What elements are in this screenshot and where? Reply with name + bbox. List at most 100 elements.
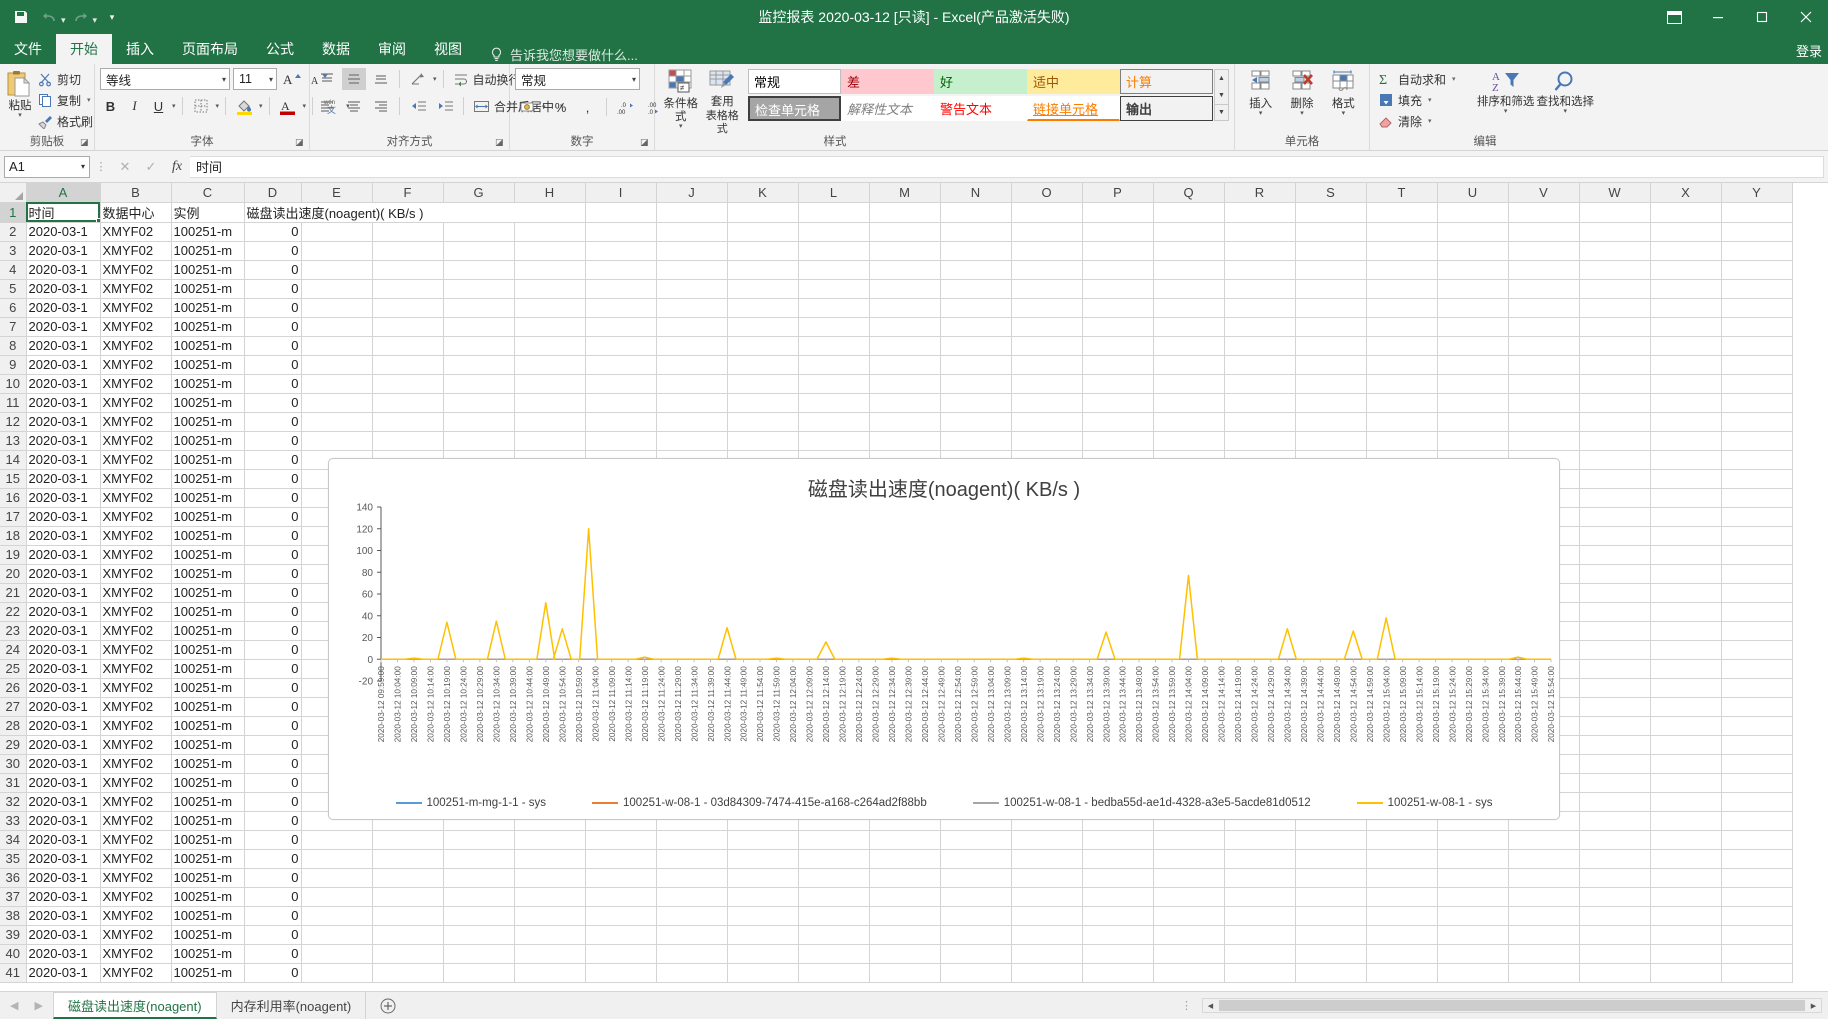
cell-A9[interactable]: 2020-03-1 (26, 355, 101, 375)
cell-empty[interactable] (1579, 868, 1651, 888)
cell-empty[interactable] (1721, 754, 1793, 774)
row-header-9[interactable]: 9 (0, 355, 27, 375)
row-header-17[interactable]: 17 (0, 507, 27, 527)
align-right-button[interactable] (369, 95, 393, 117)
cell-empty[interactable] (1721, 222, 1793, 242)
cell-empty[interactable] (940, 260, 1012, 280)
minimize-button[interactable] (1696, 0, 1740, 34)
cell-empty[interactable] (585, 830, 657, 850)
cell-empty[interactable] (727, 963, 799, 983)
cell-empty[interactable] (1082, 830, 1154, 850)
row-header-19[interactable]: 19 (0, 545, 27, 565)
cell-B18[interactable]: XMYF02 (100, 526, 172, 546)
cell-empty[interactable] (1366, 963, 1438, 983)
cell-empty[interactable] (656, 944, 728, 964)
cell-empty[interactable] (1721, 336, 1793, 356)
column-header-C[interactable]: C (171, 183, 245, 203)
cell-empty[interactable] (656, 355, 728, 375)
cell-empty[interactable] (727, 412, 799, 432)
column-header-T[interactable]: T (1366, 183, 1438, 203)
cell-empty[interactable] (869, 849, 941, 869)
cell-empty[interactable] (1579, 906, 1651, 926)
cell-B12[interactable]: XMYF02 (100, 412, 172, 432)
scroll-thumb[interactable] (1219, 1000, 1805, 1011)
cell-empty[interactable] (940, 849, 1012, 869)
cell-empty[interactable] (869, 887, 941, 907)
legend-item-2[interactable]: 100251-w-08-1 - bedba55d-ae1d-4328-a3e5-… (972, 797, 1311, 809)
column-header-H[interactable]: H (514, 183, 586, 203)
paste-button[interactable]: 粘贴 ▾ (5, 67, 35, 119)
cell-empty[interactable] (1082, 906, 1154, 926)
cell-empty[interactable] (727, 355, 799, 375)
cell-empty[interactable] (1650, 659, 1722, 679)
cell-empty[interactable] (1082, 431, 1154, 451)
cell-C28[interactable]: 100251-m (171, 716, 245, 736)
find-select-caret[interactable]: ▾ (1563, 108, 1567, 115)
cell-empty[interactable] (1650, 202, 1722, 223)
tab-file[interactable]: 文件 (0, 34, 56, 64)
cell-empty[interactable] (1721, 963, 1793, 983)
cell-empty[interactable] (940, 355, 1012, 375)
column-header-N[interactable]: N (940, 183, 1012, 203)
cell-empty[interactable] (1011, 317, 1083, 337)
cell-empty[interactable] (1224, 412, 1296, 432)
cell-empty[interactable] (1153, 925, 1225, 945)
cell-empty[interactable] (1224, 374, 1296, 394)
cell-empty[interactable] (443, 279, 515, 299)
cell-empty[interactable] (727, 202, 799, 223)
cell-empty[interactable] (1224, 906, 1296, 926)
cell-D4[interactable]: 0 (244, 260, 302, 280)
cell-C8[interactable]: 100251-m (171, 336, 245, 356)
cell-empty[interactable] (1153, 260, 1225, 280)
row-header-41[interactable]: 41 (0, 963, 27, 983)
cell-C31[interactable]: 100251-m (171, 773, 245, 793)
autosum-button[interactable]: Σ 自动求和 ▾ (1375, 69, 1476, 89)
restore-button[interactable] (1740, 0, 1784, 34)
paste-caret[interactable]: ▾ (18, 112, 22, 119)
cell-A17[interactable]: 2020-03-1 (26, 507, 101, 527)
column-header-E[interactable]: E (301, 183, 373, 203)
cell-D39[interactable]: 0 (244, 925, 302, 945)
cell-empty[interactable] (869, 336, 941, 356)
cell-empty[interactable] (585, 849, 657, 869)
cell-empty[interactable] (656, 431, 728, 451)
cell-empty[interactable] (514, 336, 586, 356)
cell-empty[interactable] (1366, 393, 1438, 413)
cell-B31[interactable]: XMYF02 (100, 773, 172, 793)
cell-empty[interactable] (940, 241, 1012, 261)
column-header-Q[interactable]: Q (1153, 183, 1225, 203)
cell-empty[interactable] (1437, 279, 1509, 299)
cell-empty[interactable] (1082, 393, 1154, 413)
cell-empty[interactable] (514, 202, 586, 223)
cell-empty[interactable] (1508, 202, 1580, 223)
cell-empty[interactable] (1721, 906, 1793, 926)
cell-empty[interactable] (301, 830, 373, 850)
cell-B19[interactable]: XMYF02 (100, 545, 172, 565)
cell-empty[interactable] (301, 849, 373, 869)
cell-empty[interactable] (301, 412, 373, 432)
cell-empty[interactable] (798, 222, 870, 242)
cell-empty[interactable] (1721, 925, 1793, 945)
cell-empty[interactable] (869, 412, 941, 432)
row-header-11[interactable]: 11 (0, 393, 27, 413)
horizontal-scrollbar[interactable]: ◀ ▶ (1202, 998, 1822, 1013)
cell-empty[interactable] (1082, 202, 1154, 223)
cell-empty[interactable] (1224, 260, 1296, 280)
column-header-I[interactable]: I (585, 183, 657, 203)
cell-B9[interactable]: XMYF02 (100, 355, 172, 375)
cell-empty[interactable] (1366, 431, 1438, 451)
row-header-1[interactable]: 1 (0, 202, 27, 223)
increase-font-size-icon[interactable]: A (280, 68, 304, 90)
cell-empty[interactable] (1721, 412, 1793, 432)
cell-empty[interactable] (1721, 564, 1793, 584)
row-header-3[interactable]: 3 (0, 241, 27, 261)
cell-empty[interactable] (727, 925, 799, 945)
column-header-X[interactable]: X (1650, 183, 1722, 203)
column-header-U[interactable]: U (1437, 183, 1509, 203)
cell-B28[interactable]: XMYF02 (100, 716, 172, 736)
cell-empty[interactable] (1650, 849, 1722, 869)
cell-empty[interactable] (1437, 222, 1509, 242)
cell-empty[interactable] (1011, 202, 1083, 223)
cell-empty[interactable] (940, 298, 1012, 318)
bold-button[interactable]: B (100, 95, 121, 117)
